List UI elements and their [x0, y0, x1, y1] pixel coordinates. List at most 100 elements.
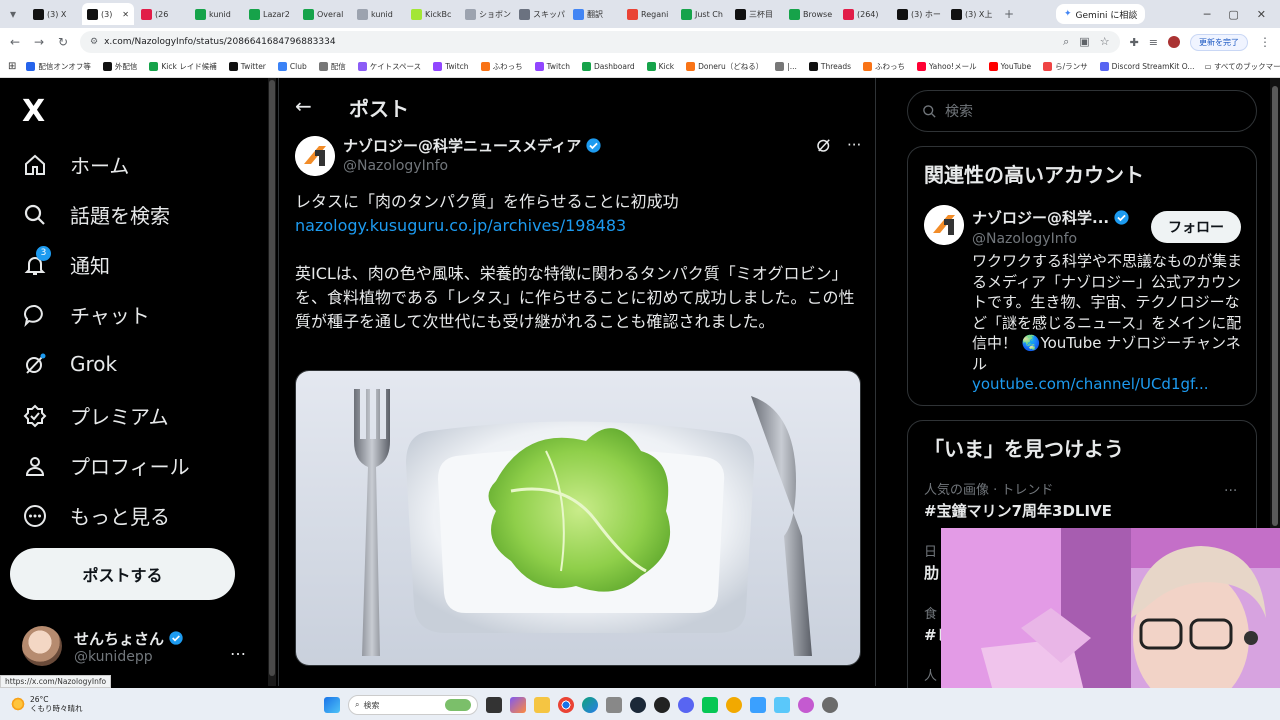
bookmark-item[interactable]: 配信オンオフ等 [26, 61, 91, 72]
browser-tab[interactable]: Browse [784, 3, 836, 25]
left-scrollbar[interactable] [268, 78, 276, 686]
back-arrow-icon[interactable]: ← [295, 94, 312, 118]
browser-tab[interactable]: (3) X上 [946, 3, 998, 25]
author-name[interactable]: ナゾロジー@科学ニュースメディア [343, 135, 602, 156]
browser-tab[interactable]: Lazar2 [244, 3, 296, 25]
browser-tab[interactable]: kunid [190, 3, 242, 25]
post-button[interactable]: ポストする [10, 548, 235, 600]
related-handle[interactable]: @NazologyInfo [972, 231, 1077, 247]
new-tab-icon[interactable]: + [1002, 7, 1016, 21]
browser-tab[interactable]: 翻訳 [568, 3, 620, 25]
bookmark-item[interactable]: YouTube [988, 61, 1031, 72]
chrome-icon[interactable] [558, 697, 574, 713]
forward-icon[interactable]: → [32, 35, 46, 49]
nav-item-profile[interactable]: プロフィール [22, 451, 190, 480]
site-info-icon[interactable]: ⚙ [90, 37, 98, 47]
nav-item-premium[interactable]: プレミアム [22, 401, 169, 430]
bookmark-item[interactable]: Twitter [228, 61, 266, 72]
settings-icon[interactable] [822, 697, 838, 713]
tab-close-icon[interactable]: ✕ [122, 10, 129, 19]
start-icon[interactable] [324, 697, 340, 713]
weather-widget[interactable]: 26°C くもり時々晴れ [0, 695, 83, 713]
nav-item-grok[interactable]: Grok [22, 351, 117, 377]
bookmark-item[interactable]: 外配信 [102, 61, 137, 72]
bookmark-item[interactable]: Twitch [433, 61, 469, 72]
bookmark-item[interactable]: ふわっち [863, 61, 905, 72]
post-more-icon[interactable]: ··· [847, 136, 861, 154]
taskbar-search[interactable]: ⌕ 検索 [348, 695, 478, 715]
browser-tab[interactable]: Just Ch [676, 3, 728, 25]
related-link[interactable]: youtube.com/channel/UCd1gf... [972, 374, 1248, 395]
bookmark-item[interactable]: 配信 [318, 61, 346, 72]
bookmark-item[interactable]: Kick [646, 61, 674, 72]
bookmark-item[interactable]: Club [277, 61, 307, 72]
discord-icon[interactable] [678, 697, 694, 713]
browser-tab[interactable]: kunid [352, 3, 404, 25]
grok-explain-icon[interactable] [815, 136, 833, 154]
trend-more-icon[interactable]: ··· [1224, 483, 1237, 499]
bookmark-star-icon[interactable]: ☆ [1100, 35, 1110, 49]
bookmark-item[interactable]: Dashboard [581, 61, 635, 72]
trend-item[interactable]: 日肋 [924, 541, 939, 583]
browser-tab[interactable]: (264) [838, 3, 890, 25]
nav-item-bell[interactable]: 3 通知 [22, 245, 110, 279]
bookmark-item[interactable]: ケイトスペース [357, 61, 421, 72]
browser-tab[interactable]: スキッパ [514, 3, 566, 25]
edge-icon[interactable] [582, 697, 598, 713]
maximize-icon[interactable]: ▢ [1228, 8, 1238, 21]
account-more-icon[interactable]: … [230, 640, 246, 659]
bookmark-item[interactable]: Doneru（どねる） [686, 61, 763, 72]
browser-tab[interactable]: ショボン [460, 3, 512, 25]
browser-tab[interactable]: KickBc [406, 3, 458, 25]
browser-tab[interactable]: Regani [622, 3, 674, 25]
line-icon[interactable] [702, 697, 718, 713]
nav-item-chat[interactable]: チャット [22, 300, 150, 329]
nav-item-more[interactable]: もっと見る [22, 501, 170, 530]
coin-icon[interactable] [726, 697, 742, 713]
browser-tab[interactable]: Overal [298, 3, 350, 25]
post-link[interactable]: nazology.kusuguru.co.jp/archives/198483 [295, 214, 861, 238]
zoom-icon[interactable]: ⌕ [1063, 35, 1069, 49]
bookmark-item[interactable]: ら/ランサ [1043, 61, 1088, 72]
browser-tab[interactable]: (3) X [28, 3, 80, 25]
file-explorer-icon[interactable] [534, 697, 550, 713]
url-field[interactable]: ⚙ x.com/NazologyInfo/status/208664168479… [80, 31, 1120, 53]
task-view-icon[interactable] [486, 697, 502, 713]
chrome-menu-icon[interactable]: ⋮ [1258, 35, 1272, 49]
reload-icon[interactable]: ↻ [56, 35, 70, 49]
extensions-icon[interactable]: ✚ [1130, 36, 1139, 49]
notepad-icon[interactable] [774, 697, 790, 713]
back-icon[interactable]: ← [8, 35, 22, 49]
steam-icon[interactable] [630, 697, 646, 713]
app-icon[interactable] [606, 697, 622, 713]
bookmark-item[interactable]: |... [775, 61, 797, 72]
browser-tab[interactable]: 三杯目 [730, 3, 782, 25]
all-bookmarks[interactable]: ▭ すべてのブックマーク [1204, 61, 1280, 72]
nav-item-home[interactable]: ホーム [22, 150, 129, 179]
nav-item-search[interactable]: 話題を検索 [22, 200, 170, 229]
related-avatar[interactable] [924, 205, 964, 245]
browser-tab[interactable]: (3) ホー [892, 3, 944, 25]
tab-list-icon[interactable]: ▾ [6, 7, 20, 21]
search-box[interactable]: 検索 [907, 90, 1257, 132]
gemini-tab[interactable]: ✦ Gemini に相談 [1056, 4, 1146, 24]
apps-icon[interactable]: ⊞ [8, 61, 16, 72]
cast-icon[interactable]: ▣ [1079, 35, 1089, 49]
bookmark-item[interactable]: ふわっち [480, 61, 523, 72]
author-handle[interactable]: @NazologyInfo [343, 158, 448, 174]
post-image[interactable] [295, 370, 861, 666]
related-name[interactable]: ナゾロジー@科学... [972, 207, 1130, 228]
profile-avatar-icon[interactable] [1168, 35, 1180, 48]
bookmark-item[interactable]: Yahoo!メール [917, 61, 977, 72]
browser-tab[interactable]: (26 [136, 3, 188, 25]
update-button[interactable]: 更新を完了 [1190, 33, 1248, 51]
app-icon[interactable] [750, 697, 766, 713]
close-window-icon[interactable]: ✕ [1257, 8, 1266, 21]
bookmark-item[interactable]: Threads [808, 61, 851, 72]
trend-item[interactable]: 人 [924, 665, 937, 686]
copilot-icon[interactable] [510, 697, 526, 713]
trend-item[interactable]: 人気の画像 · トレンド #宝鐘マリン7周年3DLIVE [924, 479, 1112, 521]
bookmark-item[interactable]: Discord StreamKit O... [1099, 61, 1194, 72]
app-icon[interactable] [798, 697, 814, 713]
obs-icon[interactable] [654, 697, 670, 713]
